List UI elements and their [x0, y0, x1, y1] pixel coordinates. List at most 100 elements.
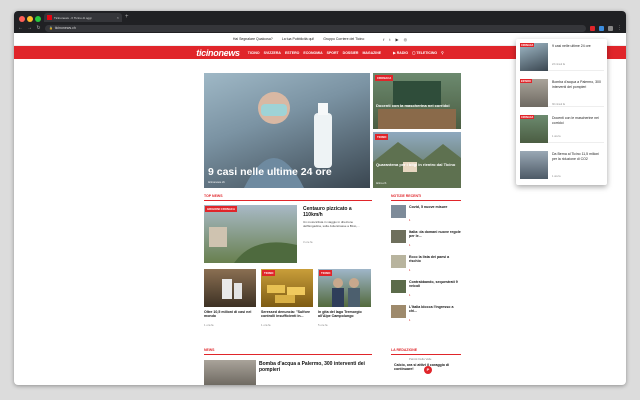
recent-item[interactable]: Covid, 5 nuove misure 1	[391, 205, 461, 225]
popup-meta: 1 ora fa	[552, 135, 561, 138]
site-logo[interactable]: ticinonews	[196, 48, 240, 58]
close-tab-icon[interactable]: ×	[117, 15, 119, 20]
popup-item[interactable]: CRONACA 9 casi nelle ultime 24 ore 23 mi…	[520, 41, 604, 71]
popup-item[interactable]: CRONACA Docenti con le mascherine nei co…	[520, 113, 604, 143]
popup-thumb	[520, 151, 548, 179]
reload-icon[interactable]: ↻	[36, 25, 41, 31]
hero-article[interactable]: 9 casi nelle ultime 24 ore ticinonews.ch	[204, 73, 370, 188]
side-article-1[interactable]: CRONACA Docenti con la mascherina nei co…	[373, 73, 461, 129]
recent-title[interactable]: Covid, 5 nuove misure	[409, 205, 461, 209]
recent-thumb	[391, 305, 406, 318]
news-card-3-image[interactable]: TICINO	[318, 269, 371, 307]
news-card-3-title[interactable]: In gita del lago Tremorgio all'Alpe Camp…	[318, 310, 373, 319]
redazione-heading: LA REDAZIONE	[391, 348, 418, 352]
hero-title[interactable]: 9 casi nelle ultime 24 ore	[208, 166, 332, 178]
category-badge: TICINO	[319, 270, 333, 276]
popup-title[interactable]: Bomba d'acqua a Palermo, 300 interventi …	[552, 80, 605, 89]
nav-item-dossier[interactable]: DOSSIER	[343, 51, 359, 55]
recent-title[interactable]: Ecco la lista dei paesi a rischio	[409, 255, 461, 264]
popup-title[interactable]: 9 casi nelle ultime 24 ore	[552, 44, 605, 49]
news-card-1-title[interactable]: Oltre 10,5 milioni di casi nel mondo	[204, 310, 256, 319]
browser-tab[interactable]: Ticinonews - Il Ticino di oggi ×	[44, 13, 122, 22]
recent-news-heading: NOTIZIE RECENTI	[391, 194, 422, 198]
close-window-button[interactable]	[19, 16, 25, 22]
menu-icon[interactable]: ⋮	[617, 25, 622, 31]
radio-label: RADIO	[396, 50, 409, 55]
favicon-icon	[47, 15, 52, 20]
news-card-2-title[interactable]: Seressed denuncia: "Sulfore controlli in…	[261, 310, 316, 319]
redazione-quote[interactable]: Calcio, ora si attivi il coraggio di con…	[394, 363, 450, 372]
news-card-2-image[interactable]: TICINO	[261, 269, 313, 307]
recent-title[interactable]: Contrabbando, sequestrati 9 veicoli	[409, 280, 461, 289]
nav-item-magazine[interactable]: MAGAZINE	[362, 51, 381, 55]
side-article-2-title[interactable]: Quarantena per i bilgi in rientro dal Ti…	[376, 162, 456, 168]
recent-item[interactable]: L'Italia blocca l'ingresso a chi... 1	[391, 305, 461, 325]
recent-item[interactable]: Ecco la lista dei paesi a rischio 1	[391, 255, 461, 275]
lock-icon: 🔒	[49, 26, 53, 30]
teleticino-label: TELETICINO	[416, 50, 438, 55]
recent-meta: 1	[409, 269, 411, 272]
recent-thumb	[391, 230, 406, 243]
maximize-window-button[interactable]	[35, 16, 41, 22]
news-title[interactable]: Bomba d'acqua a Palermo, 300 interventi …	[259, 361, 369, 373]
recent-title[interactable]: L'Italia blocca l'ingresso a chi...	[409, 305, 461, 314]
search-icon[interactable]: ⚲	[441, 51, 444, 55]
popup-item[interactable]: ESTERO Bomba d'acqua a Palermo, 300 inte…	[520, 77, 604, 107]
minimize-window-button[interactable]	[27, 16, 33, 22]
popup-category: CRONACA	[520, 115, 535, 119]
recent-title[interactable]: Italia: da domani nuove regole per le...	[409, 230, 461, 239]
social-links: f t ▶ ◎	[383, 37, 407, 42]
browser-window: Ticinonews - Il Ticino di oggi × + ← → ↻…	[14, 11, 626, 385]
popup-thumb: CRONACA	[520, 115, 548, 143]
classroom-image	[378, 81, 456, 129]
recent-meta: 1	[409, 219, 411, 222]
popup-title[interactable]: Docenti con le mascherine nei corridoi	[552, 116, 605, 125]
facebook-icon[interactable]: f	[383, 37, 384, 42]
category-badge: GRIGIONI CRONACA	[205, 206, 237, 212]
news-card-3-meta: 5 ore fa	[318, 323, 328, 327]
nav-item-ticino[interactable]: TICINO	[248, 51, 260, 55]
popup-title[interactable]: Da Berna al Ticino 11,5 milioni per la r…	[552, 152, 605, 161]
nav-item-svizzera[interactable]: SVIZZERA	[264, 51, 281, 55]
topbar-link-pubblicita[interactable]: La tua Pubblicità qui!	[282, 37, 315, 41]
youtube-icon[interactable]: ▶	[396, 37, 399, 42]
browser-chrome: Ticinonews - Il Ticino di oggi × + ← → ↻…	[14, 11, 626, 33]
toolbar: ← → ↻ 🔒 ticinonews.ch ⋮	[14, 23, 626, 33]
redazione-author: Patrick Della Valle	[409, 357, 432, 361]
nav-item-estero[interactable]: ESTERO	[285, 51, 299, 55]
recent-thumb	[391, 205, 406, 218]
category-badge: CRONACA	[375, 75, 394, 81]
twitter-icon[interactable]: t	[389, 37, 390, 42]
side-article-2[interactable]: TICINO Quarantena per i bilgi in rientro…	[373, 132, 461, 188]
extension-popup: CRONACA 9 casi nelle ultime 24 ore 23 mi…	[516, 39, 607, 185]
hero-source: ticinonews.ch	[208, 180, 225, 184]
popup-category: ESTERO	[520, 79, 532, 83]
forward-icon[interactable]: →	[27, 25, 32, 31]
instagram-icon[interactable]: ◎	[404, 37, 408, 42]
extension-icon[interactable]	[599, 25, 604, 31]
topbar-link-segnala[interactable]: Hai Segnalare Qualcosa?	[233, 37, 273, 41]
address-bar[interactable]: 🔒 ticinonews.ch	[45, 24, 586, 32]
popup-meta: 1 ora fa	[552, 175, 561, 178]
tab-title: Ticinonews - Il Ticino di oggi	[54, 15, 92, 20]
recent-meta: 1	[409, 319, 411, 322]
news-card-2-meta: 1 ora fa	[261, 323, 271, 327]
recent-item[interactable]: Contrabbando, sequestrati 9 veicoli 1	[391, 280, 461, 300]
side-article-2-meta: ticino.ch	[376, 181, 387, 185]
side-article-1-title[interactable]: Docenti con la mascherina nei corridoi	[376, 103, 456, 109]
news-thumb[interactable]	[204, 360, 256, 385]
nav-item-teleticino[interactable]: ▢ TELETICINO	[412, 51, 437, 55]
news-card-1-image[interactable]	[204, 269, 256, 307]
new-tab-icon[interactable]: +	[125, 13, 129, 21]
ticinonews-extension-icon[interactable]	[590, 25, 595, 31]
featured-news-image[interactable]: GRIGIONI CRONACA	[204, 205, 297, 263]
nav-item-economia[interactable]: ECONOMIA	[303, 51, 322, 55]
back-icon[interactable]: ←	[18, 25, 23, 31]
nav-item-sport[interactable]: SPORT	[327, 51, 339, 55]
nav-item-radio[interactable]: ▶ RADIO	[393, 51, 408, 55]
featured-news-title[interactable]: Centauro pizzicato a 110km/h	[303, 206, 371, 218]
topbar-link-gruppo[interactable]: Gruppo Corriere del Ticino	[323, 37, 364, 41]
profile-icon[interactable]	[608, 25, 613, 31]
recent-item[interactable]: Italia: da domani nuove regole per le...…	[391, 230, 461, 250]
popup-item[interactable]: Da Berna al Ticino 11,5 milioni per la r…	[520, 149, 604, 179]
